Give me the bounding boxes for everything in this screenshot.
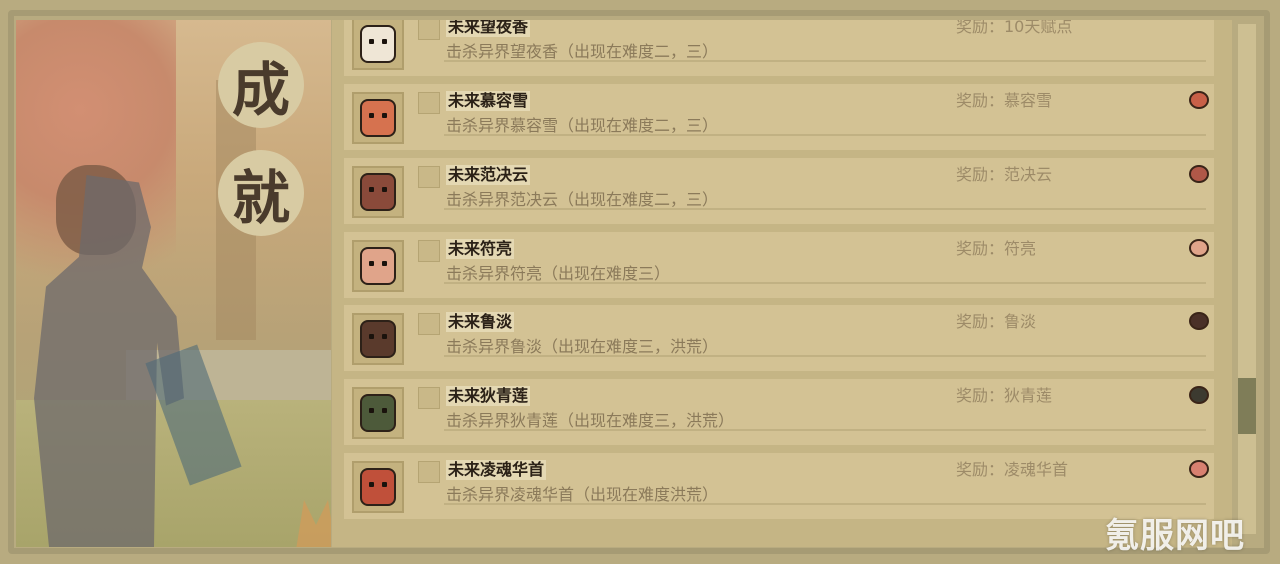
reward-character-icon	[1189, 386, 1209, 404]
achievement-title: 未来狄青莲	[446, 386, 531, 406]
completion-checkbox[interactable]	[418, 387, 440, 409]
achievement-reward: 奖励：符亮	[956, 239, 1037, 258]
achievement-description: 击杀异界符亮（出现在难度三）	[446, 264, 671, 283]
achievement-card[interactable]: 未来慕容雪击杀异界慕容雪（出现在难度二，三） 奖励：慕容雪	[344, 84, 1214, 150]
divider	[444, 208, 1206, 210]
achievement-card[interactable]: 未来望夜香击杀异界望夜香（出现在难度二，三） 奖励：10天赋点	[344, 20, 1214, 76]
achievement-reward: 奖励：10天赋点	[956, 20, 1073, 36]
achievement-description: 击杀异界慕容雪（出现在难度二，三）	[446, 116, 719, 135]
achievement-description: 击杀异界望夜香（出现在难度二，三）	[446, 42, 719, 61]
title-badge-cheng: 成	[218, 42, 304, 128]
achievement-card[interactable]: 未来凌魂华首击杀异界凌魂华首（出现在难度洪荒） 奖励：凌魂华首	[344, 453, 1214, 519]
enemy-face-icon	[360, 394, 396, 432]
achievement-card[interactable]: 未来范决云击杀异界范决云（出现在难度二，三） 奖励：范决云	[344, 158, 1214, 224]
enemy-portrait	[352, 387, 404, 439]
achievement-description: 击杀异界范决云（出现在难度二，三）	[446, 190, 719, 209]
achievement-description: 击杀异界凌魂华首（出现在难度洪荒）	[446, 485, 719, 504]
enemy-portrait	[352, 20, 404, 70]
completion-checkbox[interactable]	[418, 166, 440, 188]
divider	[444, 134, 1206, 136]
enemy-face-icon	[360, 468, 396, 506]
enemy-face-icon	[360, 25, 396, 63]
achievement-list[interactable]: 未来望夜香击杀异界望夜香（出现在难度二，三） 奖励：10天赋点未来慕容雪击杀异界慕…	[332, 20, 1232, 547]
divider	[444, 282, 1206, 284]
achievement-reward: 奖励：狄青莲	[956, 386, 1053, 405]
achievement-title: 未来凌魂华首	[446, 460, 547, 480]
enemy-face-icon	[360, 320, 396, 358]
achievement-title: 未来慕容雪	[446, 91, 531, 111]
reward-character-icon	[1189, 460, 1209, 478]
reward-character-icon	[1189, 165, 1209, 183]
achievement-card[interactable]: 未来鲁淡击杀异界鲁淡（出现在难度三，洪荒） 奖励：鲁淡	[344, 305, 1214, 371]
enemy-face-icon	[360, 99, 396, 137]
enemy-face-icon	[360, 173, 396, 211]
enemy-portrait	[352, 313, 404, 365]
enemy-portrait	[352, 240, 404, 292]
completion-checkbox[interactable]	[418, 92, 440, 114]
reward-character-icon	[1189, 91, 1209, 109]
achievement-reward: 奖励：凌魂华首	[956, 460, 1069, 479]
achievement-reward: 奖励：范决云	[956, 165, 1053, 184]
achievement-card[interactable]: 未来狄青莲击杀异界狄青莲（出现在难度三，洪荒） 奖励：狄青莲	[344, 379, 1214, 445]
completion-checkbox[interactable]	[418, 20, 440, 40]
enemy-face-icon	[360, 247, 396, 285]
achievement-title: 未来范决云	[446, 165, 531, 185]
divider	[444, 355, 1206, 357]
scrollbar-track[interactable]	[1238, 24, 1256, 534]
reward-character-icon	[1189, 312, 1209, 330]
achievement-card[interactable]: 未来符亮击杀异界符亮（出现在难度三） 奖励：符亮	[344, 232, 1214, 298]
watermark: 氪服网吧	[1105, 516, 1245, 556]
divider	[444, 60, 1206, 62]
enemy-portrait	[352, 461, 404, 513]
enemy-portrait	[352, 166, 404, 218]
completion-checkbox[interactable]	[418, 313, 440, 335]
achievement-title: 未来符亮	[446, 239, 515, 259]
divider	[444, 503, 1206, 505]
achievement-title: 未来鲁淡	[446, 312, 515, 332]
reward-character-icon	[1189, 239, 1209, 257]
completion-checkbox[interactable]	[418, 240, 440, 262]
achievement-reward: 奖励：鲁淡	[956, 312, 1037, 331]
achievement-description: 击杀异界狄青莲（出现在难度三，洪荒）	[446, 411, 735, 430]
enemy-portrait	[352, 92, 404, 144]
achievement-description: 击杀异界鲁淡（出现在难度三，洪荒）	[446, 337, 719, 356]
title-badge-jiu: 就	[218, 150, 304, 236]
completion-checkbox[interactable]	[418, 461, 440, 483]
divider	[444, 429, 1206, 431]
achievement-reward: 奖励：慕容雪	[956, 91, 1053, 110]
scrollbar-thumb[interactable]	[1238, 378, 1256, 434]
achievement-title: 未来望夜香	[446, 20, 531, 37]
